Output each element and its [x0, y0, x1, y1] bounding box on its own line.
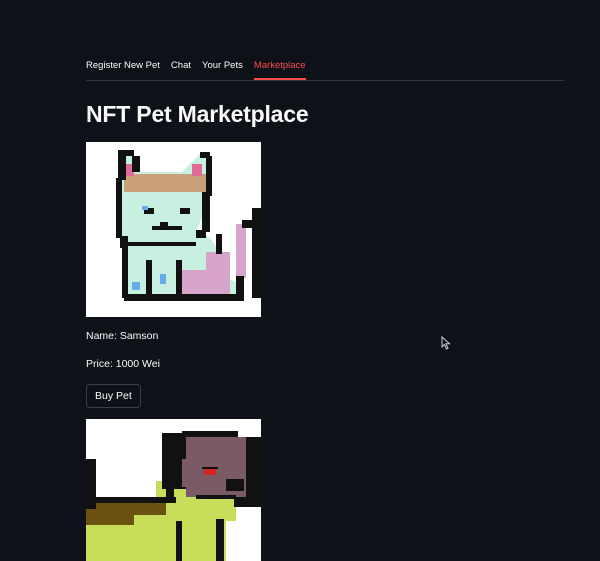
pet-image-samson [86, 142, 261, 317]
buy-pet-button[interactable]: Buy Pet [86, 384, 141, 408]
tab-register-new-pet[interactable]: Register New Pet [86, 58, 160, 77]
pet-name-label: Name: Samson [86, 330, 159, 342]
tab-chat[interactable]: Chat [171, 58, 191, 77]
pet-image-dog [86, 419, 261, 561]
tab-marketplace[interactable]: Marketplace [253, 58, 306, 80]
pixel-cat-illustration [86, 142, 261, 317]
tab-your-pets[interactable]: Your Pets [202, 58, 243, 77]
tab-bar: Register New Pet Chat Your Pets Marketpl… [86, 58, 564, 81]
app-root: Register New Pet Chat Your Pets Marketpl… [0, 0, 600, 561]
pet-price-label: Price: 1000 Wei [86, 358, 160, 370]
pixel-dog-illustration [86, 419, 261, 561]
mouse-cursor-icon [441, 336, 451, 350]
page-title: NFT Pet Marketplace [86, 101, 309, 127]
